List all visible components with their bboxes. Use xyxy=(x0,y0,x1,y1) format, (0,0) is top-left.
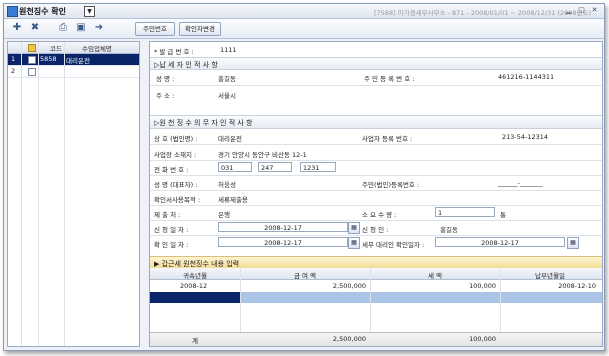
qty-label: 소 요 수 량 : xyxy=(362,211,397,219)
submit-label: 제 출 처 : xyxy=(154,211,181,219)
table-row[interactable]: 2008-12 2,500,000 100,000 2008-12-10 xyxy=(150,280,602,291)
resident-number-button[interactable]: 주민번호 xyxy=(135,22,175,36)
qty-input[interactable]: 1 xyxy=(435,207,495,217)
applicant-label: 신 청 인 : xyxy=(362,226,389,234)
name-label: 성 명 : xyxy=(156,75,175,83)
row-name: 대리운전 xyxy=(66,57,90,65)
app-icon xyxy=(7,6,18,17)
title-bar: 원천징수 확인 ▼ [7588] 이가경세무사무소 - 871 - 2008/0… xyxy=(4,4,604,19)
address-field[interactable]: 서울시 xyxy=(218,90,236,100)
rrn-label: 주 민 등 록 번 호 : xyxy=(364,75,415,83)
window-controls: ▁ □ ✕ xyxy=(561,6,600,15)
change-confirmer-button[interactable]: 확인자변경 xyxy=(179,22,221,36)
table-row[interactable] xyxy=(150,292,602,303)
rep-field[interactable]: 허웅성 xyxy=(218,179,236,189)
company-label: 상 호 (법인명) : xyxy=(154,135,198,143)
header-name: 수임업체명 xyxy=(82,45,112,53)
corp-rrn-field[interactable]: ______-_______ xyxy=(498,179,543,187)
bizaddr-label: 사업장 소재지 : xyxy=(154,151,197,159)
bizno-label: 사업자 등록 번호 : xyxy=(362,135,413,143)
phone-area-input[interactable]: 031 xyxy=(218,162,252,172)
header-code: 코드 xyxy=(50,45,62,53)
issue-no-label: * 발 급 번 호 : xyxy=(154,48,194,56)
save-icon[interactable]: ▣ xyxy=(74,21,88,35)
minimize-button[interactable]: ▁ xyxy=(563,6,574,15)
list-item[interactable]: 2 xyxy=(8,66,139,78)
company-field[interactable]: 대리운전 xyxy=(218,133,242,143)
selected-cell[interactable] xyxy=(150,292,240,303)
confirm-date-input[interactable]: 2008-12-17 xyxy=(218,237,348,247)
applicant-field[interactable]: 홍길동 xyxy=(440,224,458,234)
add-icon[interactable]: ✚ xyxy=(10,21,24,35)
calendar-icon[interactable]: ▦ xyxy=(567,237,579,249)
req-date-input[interactable]: 2008-12-17 xyxy=(218,222,348,232)
calendar-icon[interactable]: ▦ xyxy=(348,222,360,234)
withholder-section-header: ▷원 천 징 수 의 무 자 인 적 사 항 xyxy=(150,115,602,129)
bizaddr-field[interactable]: 경기 안양시 동안구 비산동 12-1 xyxy=(218,149,307,159)
bizno-field[interactable]: 213-54-12314 xyxy=(502,133,548,141)
close-button[interactable]: ✕ xyxy=(589,6,600,15)
confirm-date-label: 확 인 일 자 : xyxy=(154,241,189,249)
main-window: 원천징수 확인 ▼ [7588] 이가경세무사무소 - 871 - 2008/0… xyxy=(3,3,605,351)
company-info-text: [7588] 이가경세무사무소 - 871 - 2008/01/01 ~ 200… xyxy=(374,9,592,17)
rep-label: 성 명 (대표자) : xyxy=(154,181,198,189)
delete-icon[interactable]: ✖ xyxy=(28,21,42,35)
name-field[interactable]: 홍길동 xyxy=(218,73,236,83)
qty-unit: 통 xyxy=(500,211,506,219)
rrn-field[interactable]: 461216-1144311 xyxy=(498,73,554,81)
print-icon[interactable]: ⎙ xyxy=(56,21,70,35)
calendar-icon[interactable]: ▦ xyxy=(348,237,360,249)
phone-suffix-input[interactable]: 1231 xyxy=(300,162,336,172)
taxpayer-section-header: ▷납 세 자 인 적 사 항 xyxy=(150,57,602,70)
row-checkbox[interactable] xyxy=(28,56,36,64)
issue-no-field[interactable]: 1111 xyxy=(220,46,237,54)
agent-date-input[interactable]: 2008-12-17 xyxy=(435,237,565,247)
income-table-header: 귀속년월 금 여 액 세 액 납부년월일 xyxy=(150,268,602,280)
window-title: 원천징수 확인 xyxy=(19,7,66,16)
total-row: 계 2,500,000 100,000 xyxy=(150,332,602,346)
phone-prefix-input[interactable]: 247 xyxy=(258,162,292,172)
exit-icon[interactable]: ➜ xyxy=(92,21,106,35)
list-item[interactable]: 1 5858 대리운전 xyxy=(8,54,139,66)
purpose-field[interactable]: 세류제출용 xyxy=(218,194,248,204)
row-code: 5858 xyxy=(40,55,57,63)
address-label: 주 소 : xyxy=(156,92,175,100)
maximize-button[interactable]: □ xyxy=(576,6,587,15)
corp-rrn-label: 주민(법인)등록번호 : xyxy=(362,181,420,189)
select-all-checkbox[interactable] xyxy=(28,44,36,52)
confirmation-form: * 발 급 번 호 : 1111 ▷납 세 자 인 적 사 항 성 명 : 홍길… xyxy=(149,41,603,347)
row-checkbox[interactable] xyxy=(28,68,36,76)
req-date-label: 신 청 일 자 : xyxy=(154,226,189,234)
title-dropdown-button[interactable]: ▼ xyxy=(84,6,95,17)
phone-label: 전 화 번 호 : xyxy=(154,166,189,174)
toolbar: ✚ ✖ ⎙ ▣ ➜ 주민번호 확인자변경 xyxy=(4,19,604,39)
submit-field[interactable]: 은행 xyxy=(218,209,230,219)
agent-date-label: 세무 대리인 확인일자 : xyxy=(362,241,425,249)
purpose-label: 확인서사용목적 : xyxy=(154,196,201,204)
client-list-grid: 코드 수임업체명 1 5858 대리운전 2 xyxy=(7,41,140,347)
client-list-header: 코드 수임업체명 xyxy=(8,42,139,54)
